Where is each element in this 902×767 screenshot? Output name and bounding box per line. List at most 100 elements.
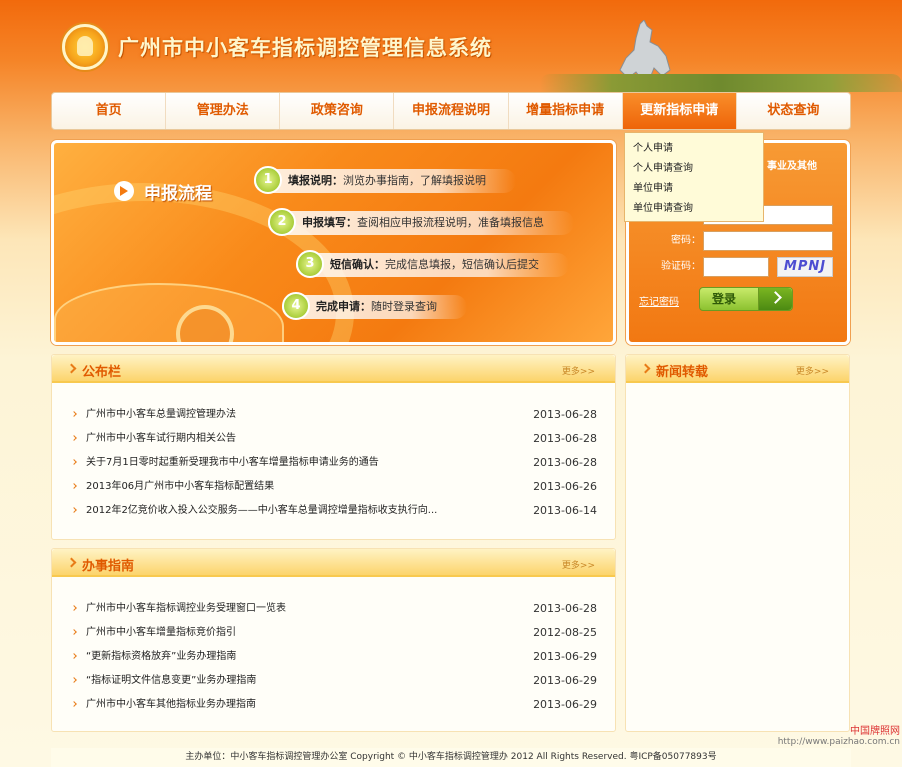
news-title-link[interactable]: 广州市中小客车试行期内相关公告 <box>86 427 236 451</box>
nav-item-renew-quota-apply[interactable]: 更新指标申请 <box>622 93 737 129</box>
step-text: 完成信息填报，短信确认后提交 <box>385 258 539 271</box>
menu-item-personal-query[interactable]: 个人申请查询 <box>633 159 763 179</box>
nav-item-status-query[interactable]: 状态查询 <box>737 93 850 129</box>
news-date: 2013-06-28 <box>533 432 597 445</box>
renew-quota-dropdown: 个人申请 个人申请查询 单位申请 单位申请查询 <box>624 132 764 222</box>
menu-item-company-apply[interactable]: 单位申请 <box>633 179 763 199</box>
step-text: 浏览办事指南，了解填报说明 <box>343 174 486 187</box>
more-link[interactable]: 更多>> <box>562 558 595 571</box>
city-emblem-logo <box>62 24 108 70</box>
password-label: 密码： <box>671 235 701 246</box>
menu-item-personal-apply[interactable]: 个人申请 <box>633 139 763 159</box>
news-title-link[interactable]: 关于7月1日零时起重新受理我市中小客车增量指标申请业务的通告 <box>86 451 379 475</box>
step-number: 3 <box>296 250 324 278</box>
panel-header: 公布栏 更多>> <box>52 355 615 383</box>
process-step-1: 1 填报说明：浏览办事指南，了解填报说明 <box>254 166 516 194</box>
more-link[interactable]: 更多>> <box>562 364 595 377</box>
step-number: 4 <box>282 292 310 320</box>
list-item: 广州市中小客车其他指标业务办理指南 2013-06-29 <box>52 693 615 717</box>
guide-title-link[interactable]: “指标证明文件信息变更”业务办理指南 <box>86 669 256 693</box>
process-step-3: 3 短信确认：完成信息填报，短信确认后提交 <box>296 250 569 278</box>
nav-item-new-quota-apply[interactable]: 增量指标申请 <box>509 93 623 129</box>
list-item: 广州市中小客车指标调控业务受理窗口一览表 2013-06-28 <box>52 597 615 621</box>
captcha-label: 验证码： <box>661 261 701 272</box>
tab-enterprise-other[interactable]: 事业及其他 <box>767 157 817 172</box>
announcement-panel: 公布栏 更多>> 广州市中小客车总量调控管理办法 2013-06-28 广州市中… <box>51 354 616 540</box>
step-label: 完成申请： <box>316 300 371 313</box>
guide-title-link[interactable]: 广州市中小客车其他指标业务办理指南 <box>86 693 256 717</box>
guide-date: 2013-06-29 <box>533 650 597 663</box>
list-item: “指标证明文件信息变更”业务办理指南 2013-06-29 <box>52 669 615 693</box>
captcha-row: 验证码： MPNJ <box>629 257 853 277</box>
password-row: 密码： <box>629 231 853 251</box>
news-title-link[interactable]: 2013年06月广州市中小客车指标配置结果 <box>86 475 274 499</box>
login-button-label: 登录 <box>712 292 737 306</box>
bullet-icon <box>71 411 77 417</box>
chevron-right-icon <box>66 363 77 374</box>
site-header: 广州市中小客车指标调控管理信息系统 <box>0 0 902 92</box>
step-text: 查阅相应申报流程说明，准备填报信息 <box>357 216 544 229</box>
chevron-right-icon <box>640 363 651 374</box>
forgot-password-link[interactable]: 忘记密码 <box>639 293 679 308</box>
process-title: 申报流程 <box>144 184 212 204</box>
news-title-link[interactable]: 广州市中小客车总量调控管理办法 <box>86 403 236 427</box>
login-button[interactable]: 登录 <box>699 287 793 311</box>
tree-line-decoration <box>540 74 902 92</box>
process-step-4: 4 完成申请：随时登录查询 <box>282 292 467 320</box>
bullet-icon <box>71 701 77 707</box>
process-banner: 申报流程 1 填报说明：浏览办事指南，了解填报说明 2 申报填写：查阅相应申报流… <box>51 140 616 345</box>
guide-date: 2013-06-29 <box>533 698 597 711</box>
guide-date: 2012-08-25 <box>533 626 597 639</box>
panel-title: 新闻转载 <box>656 365 709 380</box>
more-link[interactable]: 更多>> <box>796 364 829 377</box>
guide-title-link[interactable]: 广州市中小客车指标调控业务受理窗口一览表 <box>86 597 286 621</box>
bullet-icon <box>71 605 77 611</box>
guide-title-link[interactable]: 广州市中小客车增量指标竞价指引 <box>86 621 236 645</box>
bullet-icon <box>71 459 77 465</box>
news-panel: 新闻转载 更多>> <box>625 354 850 732</box>
nav-item-regulations[interactable]: 管理办法 <box>166 93 281 129</box>
site-title: 广州市中小客车指标调控管理信息系统 <box>118 36 492 60</box>
bullet-icon <box>71 507 77 513</box>
guide-title-link[interactable]: “更新指标资格放弃”业务办理指南 <box>86 645 236 669</box>
panel-header: 新闻转载 更多>> <box>626 355 849 383</box>
panel-title: 办事指南 <box>82 559 135 574</box>
password-input[interactable] <box>703 231 833 251</box>
step-label: 申报填写： <box>302 216 357 229</box>
list-item: “更新指标资格放弃”业务办理指南 2013-06-29 <box>52 645 615 669</box>
main-nav: 首页 管理办法 政策咨询 申报流程说明 增量指标申请 更新指标申请 状态查询 <box>51 92 851 130</box>
list-item: 广州市中小客车总量调控管理办法 2013-06-28 <box>52 403 615 427</box>
news-date: 2013-06-14 <box>533 504 597 517</box>
step-label: 短信确认： <box>330 258 385 271</box>
watermark-name: 中国牌照网 <box>850 726 900 737</box>
nav-item-process-guide[interactable]: 申报流程说明 <box>394 93 509 129</box>
nav-item-policy-consult[interactable]: 政策咨询 <box>280 93 395 129</box>
guide-list: 广州市中小客车指标调控业务受理窗口一览表 2013-06-28 广州市中小客车增… <box>52 597 615 717</box>
arrow-circle-icon <box>114 181 134 201</box>
list-item: 广州市中小客车试行期内相关公告 2013-06-28 <box>52 427 615 451</box>
chevron-right-icon <box>66 557 77 568</box>
news-title-link[interactable]: 2012年2亿竞价收入投入公交服务——中小客车总量调控增量指标收支执行向... <box>86 499 437 523</box>
news-date: 2013-06-28 <box>533 408 597 421</box>
car-wheel <box>176 305 234 342</box>
news-date: 2013-06-26 <box>533 480 597 493</box>
step-text: 随时登录查询 <box>371 300 437 313</box>
list-item: 2012年2亿竞价收入投入公交服务——中小客车总量调控增量指标收支执行向... … <box>52 499 615 523</box>
site-watermark: 中国牌照网 http://www.paizhao.com.cn <box>740 722 900 747</box>
guide-panel: 办事指南 更多>> 广州市中小客车指标调控业务受理窗口一览表 2013-06-2… <box>51 548 616 732</box>
bullet-icon <box>71 629 77 635</box>
nav-item-home[interactable]: 首页 <box>52 93 167 129</box>
bullet-icon <box>71 483 77 489</box>
menu-item-company-query[interactable]: 单位申请查询 <box>633 199 763 219</box>
process-step-2: 2 申报填写：查阅相应申报流程说明，准备填报信息 <box>268 208 574 236</box>
page-footer: 主办单位：中小客车指标调控管理办公室 Copyright © 中小客车指标调控管… <box>51 748 851 767</box>
list-item: 关于7月1日零时起重新受理我市中小客车增量指标申请业务的通告 2013-06-2… <box>52 451 615 475</box>
captcha-input[interactable] <box>703 257 769 277</box>
guide-date: 2013-06-29 <box>533 674 597 687</box>
captcha-image[interactable]: MPNJ <box>777 257 833 277</box>
bullet-icon <box>71 435 77 441</box>
guide-date: 2013-06-28 <box>533 602 597 615</box>
step-number: 2 <box>268 208 296 236</box>
step-label: 填报说明： <box>288 174 343 187</box>
panel-header: 办事指南 更多>> <box>52 549 615 577</box>
